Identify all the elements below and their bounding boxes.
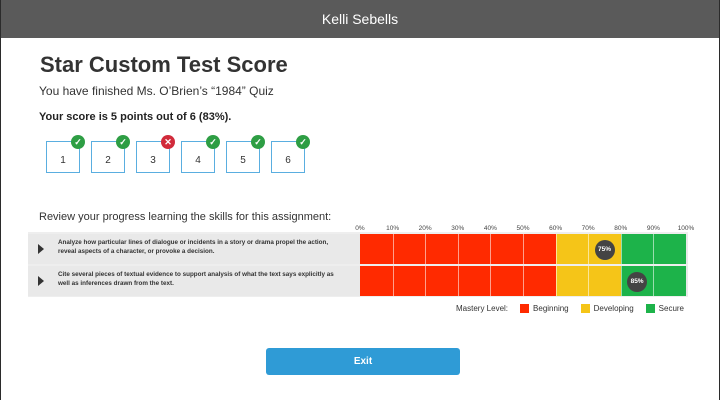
mastery-bar: 75% [360,234,686,264]
check-icon: ✓ [296,135,310,149]
scale-label: 10% [386,225,400,232]
check-icon: ✓ [206,135,220,149]
scale-label: 90% [646,225,660,232]
scale-label: 0% [355,225,365,232]
grid-tick [653,234,655,264]
check-icon: ✓ [251,135,265,149]
question-number: 5 [240,155,246,166]
mastery-bar: 85% [360,266,686,296]
grid-tick [490,266,492,296]
score-summary: Your score is 5 points out of 6 (83%). [39,111,232,123]
question-box-3[interactable]: 3 ✕ [136,135,175,173]
grid-tick [620,266,622,296]
grid-tick [425,266,427,296]
grid-tick [588,234,590,264]
grid-tick [490,234,492,264]
scale-label: 20% [418,225,432,232]
question-box-4[interactable]: 4 ✓ [181,135,220,173]
legend-swatch-beginning [520,304,530,313]
progress-intro: Review your progress learning the skills… [39,211,332,223]
grid-tick [523,266,524,296]
question-box-6[interactable]: 6 ✓ [271,135,310,173]
scale-label: 60% [549,225,563,232]
scale-label: 30% [451,225,465,232]
grid-tick [425,234,427,264]
skill-row: Cite several pieces of textual evidence … [28,266,688,296]
score-marker: 75% [594,240,615,260]
question-box-5[interactable]: 5 ✓ [226,135,265,173]
question-number: 1 [60,155,66,166]
question-list: 1 ✓ 2 ✓ 3 ✕ 4 ✓ 5 ✓ 6 ✓ [46,135,310,173]
x-icon: ✕ [161,135,175,149]
grid-tick [555,234,557,264]
header-bar: Kelli Sebells [1,0,719,38]
expand-arrow-icon[interactable] [38,244,44,254]
legend-swatch-developing [580,304,590,313]
mastery-legend: Mastery Level: Beginning Developing Secu… [456,304,684,313]
skill-row: Analyze how particular lines of dialogue… [28,234,688,264]
skill-description: Analyze how particular lines of dialogue… [58,239,329,255]
grid-tick [457,266,459,296]
scale-label: 80% [614,225,628,232]
window-frame: Kelli Sebells Star Custom Test Score You… [0,0,720,400]
grid-tick [392,266,394,296]
question-number: 3 [150,155,156,166]
scale-label: 70% [581,225,595,232]
exit-button[interactable]: Exit [266,348,460,375]
grid-tick [620,234,622,264]
scale-label: 100% [677,225,695,232]
grid-tick [653,266,655,296]
expand-arrow-icon[interactable] [38,276,44,286]
grid-tick [392,234,394,264]
legend-title: Mastery Level: [456,304,509,313]
main-content: Star Custom Test Score You have finished… [26,38,694,400]
legend-swatch-secure [645,304,655,313]
grid-tick [588,266,590,296]
scale-label: 50% [516,225,530,232]
question-number: 6 [285,155,291,166]
legend-label-beginning: Beginning [533,304,569,313]
grid-tick [523,234,524,264]
score-marker: 85% [627,272,648,292]
check-icon: ✓ [116,135,130,149]
page-title: Star Custom Test Score [40,52,288,77]
legend-label-developing: Developing [593,304,634,313]
user-name: Kelli Sebells [321,11,399,27]
legend-label-secure: Secure [658,304,685,313]
question-number: 4 [195,155,201,166]
check-icon: ✓ [71,135,85,149]
grid-tick [457,234,459,264]
question-box-2[interactable]: 2 ✓ [91,135,130,173]
skill-description: Cite several pieces of textual evidence … [58,271,334,287]
question-box-1[interactable]: 1 ✓ [46,135,85,173]
quiz-subtitle: You have finished Ms. O’Brien’s “1984” Q… [39,84,274,98]
grid-tick [555,266,557,296]
skills-table: Analyze how particular lines of dialogue… [28,232,688,297]
scale-label: 40% [483,225,497,232]
question-number: 2 [105,155,111,166]
